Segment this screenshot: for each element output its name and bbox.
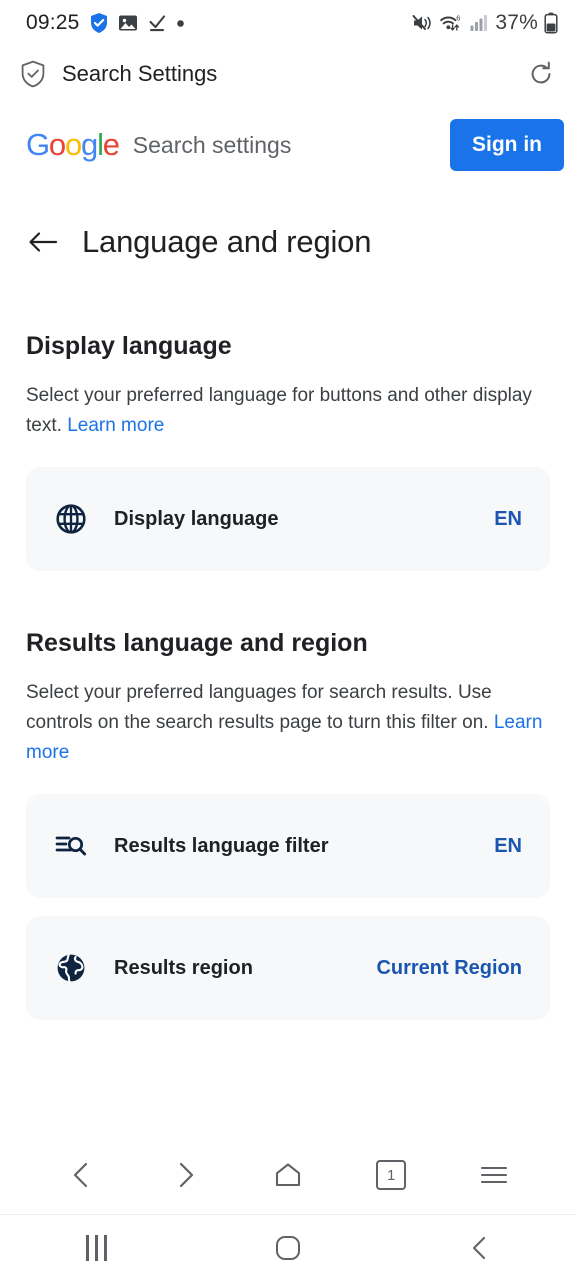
chevron-right-icon[interactable]: [159, 1149, 211, 1201]
recent-apps-icon[interactable]: [66, 1225, 126, 1271]
section-description-text: Select your preferred languages for sear…: [26, 682, 494, 734]
image-icon: [118, 13, 138, 33]
globe-icon: [54, 502, 88, 536]
chevron-left-icon[interactable]: [56, 1149, 108, 1201]
section-description-display-language: Select your preferred language for butto…: [26, 381, 550, 441]
browser-title-bar: Search Settings: [0, 46, 576, 102]
public-earth-icon: [54, 951, 88, 985]
setting-card-results-region[interactable]: Results region Current Region: [26, 916, 550, 1021]
site-security-shield-icon[interactable]: [18, 59, 48, 89]
status-bar-right: 6 37%: [412, 11, 558, 35]
page-title: Language and region: [82, 224, 372, 259]
home-icon[interactable]: [262, 1149, 314, 1201]
browser-page-title: Search Settings: [62, 61, 218, 86]
setting-card-display-language[interactable]: Display language EN: [26, 467, 550, 572]
system-navigation-bar: [0, 1214, 576, 1280]
wifi-6-icon: 6: [440, 13, 464, 33]
browser-navigation-bar: 1: [0, 1136, 576, 1214]
logo-letter-g1: G: [26, 127, 50, 162]
volume-muted-icon: [412, 13, 434, 33]
cellular-signal-icon: [470, 14, 489, 32]
shield-check-icon: [89, 12, 109, 34]
battery-icon: [544, 12, 558, 34]
tab-count-value: 1: [376, 1160, 407, 1190]
section-description-results-language-and-region: Select your preferred languages for sear…: [26, 678, 550, 768]
status-bar: 09:25 6 37%: [0, 0, 576, 46]
logo-letter-g2: g: [81, 127, 98, 162]
battery-percentage: 37%: [495, 11, 538, 34]
logo-letter-o1: o: [48, 127, 66, 162]
product-title: Search settings: [132, 131, 292, 158]
refresh-icon[interactable]: [524, 57, 558, 91]
arrow-left-icon[interactable]: [26, 225, 60, 259]
learn-more-link-display-language[interactable]: Learn more: [67, 415, 164, 436]
logo-letter-o2: o: [64, 127, 82, 162]
home-circle-icon[interactable]: [258, 1225, 318, 1271]
download-complete-icon: [147, 13, 167, 33]
setting-value-results-language-filter[interactable]: EN: [494, 835, 522, 858]
section-title-display-language: Display language: [26, 332, 232, 360]
logo-letter-e: e: [102, 127, 120, 162]
setting-label-display-language: Display language: [114, 507, 279, 530]
setting-label-results-region: Results region: [114, 956, 253, 979]
section-title-results-language-and-region: Results language and region: [26, 629, 368, 658]
tab-count-button[interactable]: 1: [365, 1149, 417, 1201]
status-clock: 09:25: [26, 11, 80, 34]
page-header: Language and region: [0, 188, 576, 274]
setting-value-display-language[interactable]: EN: [494, 508, 522, 531]
back-chevron-icon[interactable]: [450, 1225, 510, 1271]
search-filter-icon: [54, 829, 88, 863]
setting-value-results-region[interactable]: Current Region: [376, 957, 522, 980]
google-header: Google Search settings Sign in: [0, 102, 576, 188]
notification-dot-icon: [176, 19, 185, 28]
settings-content: Display language Select your preferred l…: [0, 274, 576, 1136]
setting-label-results-language-filter: Results language filter: [114, 834, 329, 857]
hamburger-menu-icon[interactable]: [468, 1149, 520, 1201]
setting-card-results-language-filter[interactable]: Results language filter EN: [26, 794, 550, 899]
sign-in-button[interactable]: Sign in: [450, 119, 564, 171]
recents-glyph: [85, 1234, 107, 1261]
status-bar-left: 09:25: [26, 11, 185, 35]
svg-text:6: 6: [457, 13, 461, 22]
google-logo[interactable]: Google: [26, 127, 120, 163]
